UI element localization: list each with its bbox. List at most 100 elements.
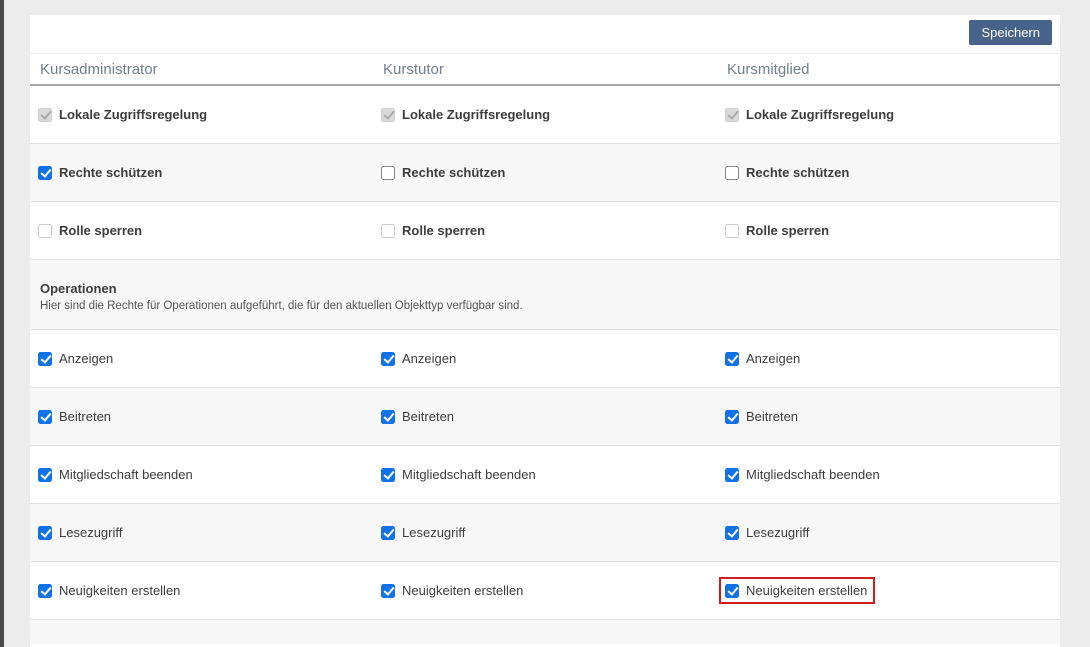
panel-topbar: Speichern bbox=[30, 15, 1060, 53]
checkbox-item-anzeigen: Anzeigen bbox=[725, 351, 800, 367]
cell-rolle-sperren-col1: Rolle sperren bbox=[30, 223, 373, 239]
checkbox-lokale-zugriffsregelung-col2 bbox=[381, 108, 395, 122]
checkbox-lokale-zugriffsregelung-col3 bbox=[725, 108, 739, 122]
section-description: Hier sind die Rechte für Operationen auf… bbox=[40, 300, 1060, 312]
cell-rolle-sperren-col3: Rolle sperren bbox=[717, 223, 1060, 239]
checkbox-lesezugriff-col1[interactable] bbox=[38, 526, 52, 540]
table-header-row: KursadministratorKurstutorKursmitglied bbox=[30, 53, 1060, 86]
checkbox-neuigkeiten-erstellen-col2[interactable] bbox=[381, 584, 395, 598]
checkbox-item-rechte-sch-tzen: Rechte schützen bbox=[725, 165, 849, 181]
checkbox-anzeigen-col2[interactable] bbox=[381, 352, 395, 366]
checkbox-item-lesezugriff: Lesezugriff bbox=[725, 525, 809, 541]
checkbox-mitgliedschaft-beenden-col2[interactable] bbox=[381, 468, 395, 482]
checkbox-label: Beitreten bbox=[746, 409, 798, 425]
checkbox-item-rolle-sperren: Rolle sperren bbox=[725, 223, 829, 239]
checkbox-item-mitgliedschaft-beenden: Mitgliedschaft beenden bbox=[381, 467, 536, 483]
cell-anzeigen-col1: Anzeigen bbox=[30, 351, 373, 367]
checkbox-item-lokale-zugriffsregelung: Lokale Zugriffsregelung bbox=[725, 107, 894, 123]
left-edge-strip bbox=[0, 0, 4, 647]
cell-neuigkeiten-erstellen-col3: Neuigkeiten erstellen bbox=[717, 583, 1060, 599]
checkbox-label: Rechte schützen bbox=[746, 165, 849, 181]
table-row-rechte-sch-tzen: Rechte schützen Rechte schützen Rechte sch… bbox=[30, 144, 1060, 202]
checkbox-item-mitgliedschaft-beenden: Mitgliedschaft beenden bbox=[725, 467, 880, 483]
checkbox-item-rolle-sperren: Rolle sperren bbox=[38, 223, 142, 239]
checkbox-label: Rolle sperren bbox=[746, 223, 829, 239]
cell-rechte-sch-tzen-col1: Rechte schützen bbox=[30, 165, 373, 181]
save-button[interactable]: Speichern bbox=[969, 20, 1052, 45]
cell-beitreten-col1: Beitreten bbox=[30, 409, 373, 425]
cell-neuigkeiten-erstellen-col2: Neuigkeiten erstellen bbox=[373, 583, 717, 599]
cell-anzeigen-col3: Anzeigen bbox=[717, 351, 1060, 367]
table-row-rolle-sperren: Rolle sperren Rolle sperren Rolle sperren bbox=[30, 202, 1060, 260]
checkbox-item-lesezugriff: Lesezugriff bbox=[38, 525, 122, 541]
checkbox-item-lokale-zugriffsregelung: Lokale Zugriffsregelung bbox=[38, 107, 207, 123]
table-body: Lokale Zugriffsregelung Lokale Zugriffsre… bbox=[30, 86, 1060, 644]
checkbox-rolle-sperren-col3 bbox=[725, 224, 739, 238]
checkbox-label: Mitgliedschaft beenden bbox=[59, 467, 193, 483]
column-header-kurstutor: Kurstutor bbox=[373, 61, 717, 78]
checkbox-item-mitgliedschaft-beenden: Mitgliedschaft beenden bbox=[38, 467, 193, 483]
checkbox-label: Neuigkeiten erstellen bbox=[59, 583, 180, 599]
checkbox-label: Lokale Zugriffsregelung bbox=[402, 107, 550, 123]
checkbox-label: Mitgliedschaft beenden bbox=[746, 467, 880, 483]
checkbox-lokale-zugriffsregelung-col1 bbox=[38, 108, 52, 122]
cell-rechte-sch-tzen-col3: Rechte schützen bbox=[717, 165, 1060, 181]
checkbox-lesezugriff-col2[interactable] bbox=[381, 526, 395, 540]
checkbox-item-anzeigen: Anzeigen bbox=[381, 351, 456, 367]
checkbox-item-beitreten: Beitreten bbox=[725, 409, 798, 425]
cell-lokale-zugriffsregelung-col2: Lokale Zugriffsregelung bbox=[373, 107, 717, 123]
checkbox-rechte-sch-tzen-col1[interactable] bbox=[38, 166, 52, 180]
cell-rechte-sch-tzen-col2: Rechte schützen bbox=[373, 165, 717, 181]
checkbox-label: Rolle sperren bbox=[59, 223, 142, 239]
cell-lesezugriff-col3: Lesezugriff bbox=[717, 525, 1060, 541]
checkbox-label: Anzeigen bbox=[59, 351, 113, 367]
table-row-lokale-zugriffsregelung: Lokale Zugriffsregelung Lokale Zugriffsre… bbox=[30, 86, 1060, 144]
checkbox-neuigkeiten-erstellen-col1[interactable] bbox=[38, 584, 52, 598]
cell-mitgliedschaft-beenden-col3: Mitgliedschaft beenden bbox=[717, 467, 1060, 483]
checkbox-item-beitreten: Beitreten bbox=[38, 409, 111, 425]
checkbox-anzeigen-col1[interactable] bbox=[38, 352, 52, 366]
cell-lokale-zugriffsregelung-col3: Lokale Zugriffsregelung bbox=[717, 107, 1060, 123]
cell-rolle-sperren-col2: Rolle sperren bbox=[373, 223, 717, 239]
checkbox-anzeigen-col3[interactable] bbox=[725, 352, 739, 366]
checkbox-beitreten-col1[interactable] bbox=[38, 410, 52, 424]
cell-beitreten-col2: Beitreten bbox=[373, 409, 717, 425]
checkbox-label: Anzeigen bbox=[402, 351, 456, 367]
checkbox-mitgliedschaft-beenden-col1[interactable] bbox=[38, 468, 52, 482]
empty-row bbox=[30, 620, 1060, 644]
column-header-kursadministrator: Kursadministrator bbox=[30, 61, 373, 78]
checkbox-label: Anzeigen bbox=[746, 351, 800, 367]
checkbox-beitreten-col2[interactable] bbox=[381, 410, 395, 424]
checkbox-label: Neuigkeiten erstellen bbox=[746, 583, 867, 599]
checkbox-label: Lesezugriff bbox=[59, 525, 122, 541]
checkbox-item-rechte-sch-tzen: Rechte schützen bbox=[38, 165, 162, 181]
checkbox-rechte-sch-tzen-col3[interactable] bbox=[725, 166, 739, 180]
checkbox-label: Mitgliedschaft beenden bbox=[402, 467, 536, 483]
table-row-anzeigen: Anzeigen Anzeigen Anzeigen bbox=[30, 330, 1060, 388]
checkbox-rolle-sperren-col1 bbox=[38, 224, 52, 238]
checkbox-label: Rolle sperren bbox=[402, 223, 485, 239]
checkbox-mitgliedschaft-beenden-col3[interactable] bbox=[725, 468, 739, 482]
section-row-operationen: OperationenHier sind die Rechte für Oper… bbox=[30, 260, 1060, 330]
checkbox-label: Rechte schützen bbox=[402, 165, 505, 181]
checkbox-label: Beitreten bbox=[59, 409, 111, 425]
cell-mitgliedschaft-beenden-col1: Mitgliedschaft beenden bbox=[30, 467, 373, 483]
cell-anzeigen-col2: Anzeigen bbox=[373, 351, 717, 367]
cell-lesezugriff-col1: Lesezugriff bbox=[30, 525, 373, 541]
checkbox-label: Lokale Zugriffsregelung bbox=[746, 107, 894, 123]
checkbox-label: Rechte schützen bbox=[59, 165, 162, 181]
checkbox-beitreten-col3[interactable] bbox=[725, 410, 739, 424]
checkbox-label: Lokale Zugriffsregelung bbox=[59, 107, 207, 123]
table-row-neuigkeiten-erstellen: Neuigkeiten erstellen Neuigkeiten erstell… bbox=[30, 562, 1060, 620]
cell-mitgliedschaft-beenden-col2: Mitgliedschaft beenden bbox=[373, 467, 717, 483]
permissions-panel: Speichern KursadministratorKurstutorKurs… bbox=[30, 15, 1060, 647]
checkbox-item-lesezugriff: Lesezugriff bbox=[381, 525, 465, 541]
checkbox-lesezugriff-col3[interactable] bbox=[725, 526, 739, 540]
checkbox-neuigkeiten-erstellen-col3[interactable] bbox=[725, 584, 739, 598]
checkbox-rechte-sch-tzen-col2[interactable] bbox=[381, 166, 395, 180]
checkbox-label: Lesezugriff bbox=[402, 525, 465, 541]
checkbox-item-rechte-sch-tzen: Rechte schützen bbox=[381, 165, 505, 181]
checkbox-label: Lesezugriff bbox=[746, 525, 809, 541]
checkbox-item-lokale-zugriffsregelung: Lokale Zugriffsregelung bbox=[381, 107, 550, 123]
checkbox-item-beitreten: Beitreten bbox=[381, 409, 454, 425]
